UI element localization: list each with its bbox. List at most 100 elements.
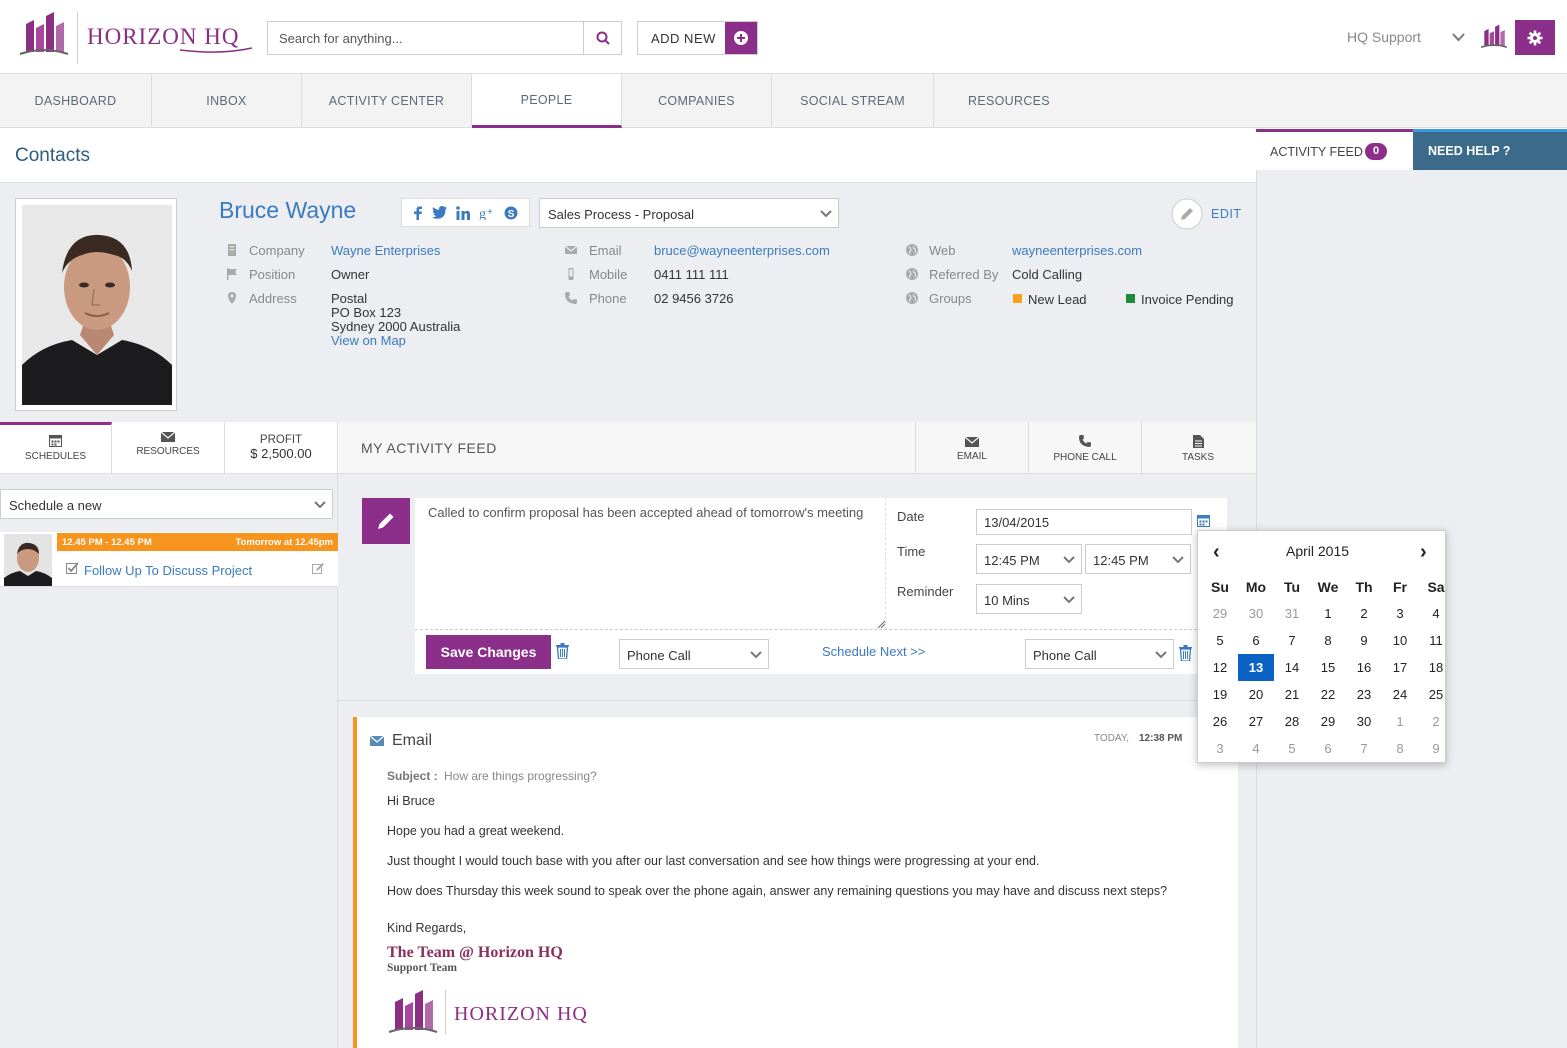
tab-people[interactable]: PEOPLE <box>472 74 622 128</box>
facebook-icon[interactable] <box>413 206 423 220</box>
reminder-select[interactable]: 10 Mins <box>976 584 1082 614</box>
tab-social-stream[interactable]: SOCIAL STREAM <box>772 74 934 128</box>
calendar-day[interactable]: 5 <box>1202 627 1238 654</box>
feed-tab-tasks[interactable]: TASKS <box>1141 422 1254 474</box>
tab-companies[interactable]: COMPANIES <box>622 74 772 128</box>
note-textarea[interactable]: Called to confirm proposal has been acce… <box>428 504 868 521</box>
calendar-day[interactable]: 28 <box>1274 708 1310 735</box>
calendar-day[interactable]: 3 <box>1382 600 1418 627</box>
calendar-day[interactable]: 18 <box>1418 654 1454 681</box>
calendar-day[interactable]: 8 <box>1382 735 1418 762</box>
calendar-day[interactable]: 13 <box>1238 654 1274 681</box>
email-link[interactable]: bruce@wayneenterprises.com <box>654 243 830 258</box>
trash-icon[interactable] <box>556 643 569 659</box>
sales-process-select[interactable]: Sales Process - Proposal <box>539 198 839 228</box>
calendar-day[interactable]: 4 <box>1238 735 1274 762</box>
calendar-day[interactable]: 25 <box>1418 681 1454 708</box>
calendar-day[interactable]: 12 <box>1202 654 1238 681</box>
tab-activity-feed[interactable]: ACTIVITY FEED 0 <box>1256 129 1413 170</box>
calendar-day[interactable]: 11 <box>1418 627 1454 654</box>
user-avatar[interactable] <box>1480 22 1508 52</box>
calendar-day[interactable]: 14 <box>1274 654 1310 681</box>
save-changes-button[interactable]: Save Changes <box>426 635 551 669</box>
calendar-day[interactable]: 21 <box>1274 681 1310 708</box>
calendar-day[interactable]: 24 <box>1382 681 1418 708</box>
feed-tab-phone-call[interactable]: PHONE CALL <box>1028 422 1141 474</box>
tab-left-resources[interactable]: RESOURCES <box>112 422 225 474</box>
calendar-day[interactable]: 2 <box>1418 708 1454 735</box>
schedule-new-select[interactable]: Schedule a new <box>0 489 333 519</box>
calendar-day[interactable]: 6 <box>1310 735 1346 762</box>
tab-inbox[interactable]: INBOX <box>152 74 302 128</box>
schedule-next-link[interactable]: Schedule Next >> <box>822 644 925 659</box>
tab-resources[interactable]: RESOURCES <box>934 74 1084 128</box>
calendar-day[interactable]: 19 <box>1202 681 1238 708</box>
calendar-day[interactable]: 15 <box>1310 654 1346 681</box>
calendar-day[interactable]: 16 <box>1346 654 1382 681</box>
chevron-down-icon[interactable] <box>1452 33 1465 42</box>
linkedin-icon[interactable] <box>456 205 470 220</box>
calendar-icon[interactable] <box>1197 514 1210 527</box>
calendar-day[interactable]: 10 <box>1382 627 1418 654</box>
phone-icon <box>565 292 577 304</box>
tab-activity-center[interactable]: ACTIVITY CENTER <box>302 74 472 128</box>
view-on-map-link[interactable]: View on Map <box>331 333 406 348</box>
calendar-day[interactable]: 30 <box>1346 708 1382 735</box>
schedule-item[interactable]: 12.45 PM - 12.45 PM Tomorrow at 12.45pm … <box>0 532 338 587</box>
feed-tab-email[interactable]: EMAIL <box>915 422 1028 474</box>
calendar-day[interactable]: 30 <box>1238 600 1274 627</box>
prev-month-button[interactable]: ‹ <box>1213 541 1220 564</box>
calendar-day[interactable]: 2 <box>1346 600 1382 627</box>
web-link[interactable]: wayneenterprises.com <box>1012 243 1142 258</box>
next-month-button[interactable]: › <box>1420 541 1427 564</box>
schedule-title[interactable]: Follow Up To Discuss Project <box>84 563 252 578</box>
calendar-day[interactable]: 27 <box>1238 708 1274 735</box>
calendar-day[interactable]: 22 <box>1310 681 1346 708</box>
search-button[interactable] <box>583 22 621 54</box>
group-tag[interactable]: New Lead <box>1028 292 1087 307</box>
calendar-day[interactable]: 17 <box>1382 654 1418 681</box>
tab-schedules[interactable]: SCHEDULES <box>0 422 112 474</box>
time-to-select[interactable]: 12:45 PM <box>1085 544 1191 574</box>
calendar-day[interactable]: 29 <box>1202 600 1238 627</box>
activity-type-select[interactable]: Phone Call <box>619 639 769 669</box>
edit-icon[interactable] <box>312 563 324 575</box>
date-input[interactable]: 13/04/2015 <box>976 509 1192 535</box>
add-new-button[interactable]: ADD NEW <box>637 21 758 55</box>
calendar-day[interactable]: 31 <box>1274 600 1310 627</box>
twitter-icon[interactable] <box>431 206 447 219</box>
calendar-day[interactable]: 3 <box>1202 735 1238 762</box>
time-from-select[interactable]: 12:45 PM <box>976 544 1082 574</box>
email-signoff: Kind Regards, <box>387 921 467 935</box>
next-activity-type-select[interactable]: Phone Call <box>1025 639 1174 669</box>
calendar-month-title[interactable]: April 2015 <box>1286 543 1349 559</box>
search-input[interactable] <box>268 22 584 54</box>
calendar-day[interactable]: 7 <box>1346 735 1382 762</box>
calendar-day[interactable]: 20 <box>1238 681 1274 708</box>
calendar-day[interactable]: 26 <box>1202 708 1238 735</box>
calendar-day[interactable]: 9 <box>1418 735 1454 762</box>
company-link[interactable]: Wayne Enterprises <box>331 243 440 258</box>
calendar-day[interactable]: 8 <box>1310 627 1346 654</box>
calendar-day[interactable]: 9 <box>1346 627 1382 654</box>
brand-logo[interactable] <box>18 12 70 58</box>
user-menu-label[interactable]: HQ Support <box>1347 29 1421 45</box>
calendar-day[interactable]: 4 <box>1418 600 1454 627</box>
calendar-day[interactable]: 6 <box>1238 627 1274 654</box>
checkbox-icon[interactable] <box>66 562 79 575</box>
tab-need-help[interactable]: NEED HELP ? <box>1413 129 1567 170</box>
group-tag[interactable]: Invoice Pending <box>1141 292 1234 307</box>
trash-icon[interactable] <box>1179 645 1192 661</box>
settings-button[interactable] <box>1515 20 1555 55</box>
google-plus-icon[interactable]: g + <box>479 206 495 220</box>
calendar-day[interactable]: 5 <box>1274 735 1310 762</box>
calendar-day[interactable]: 1 <box>1382 708 1418 735</box>
calendar-day[interactable]: 23 <box>1346 681 1382 708</box>
calendar-day[interactable]: 7 <box>1274 627 1310 654</box>
calendar-day[interactable]: 29 <box>1310 708 1346 735</box>
skype-icon[interactable]: S <box>504 206 518 220</box>
email-time-prefix: TODAY, <box>1094 733 1130 744</box>
calendar-day[interactable]: 1 <box>1310 600 1346 627</box>
tab-dashboard[interactable]: DASHBOARD <box>0 74 152 128</box>
resize-handle-icon[interactable] <box>877 620 886 629</box>
